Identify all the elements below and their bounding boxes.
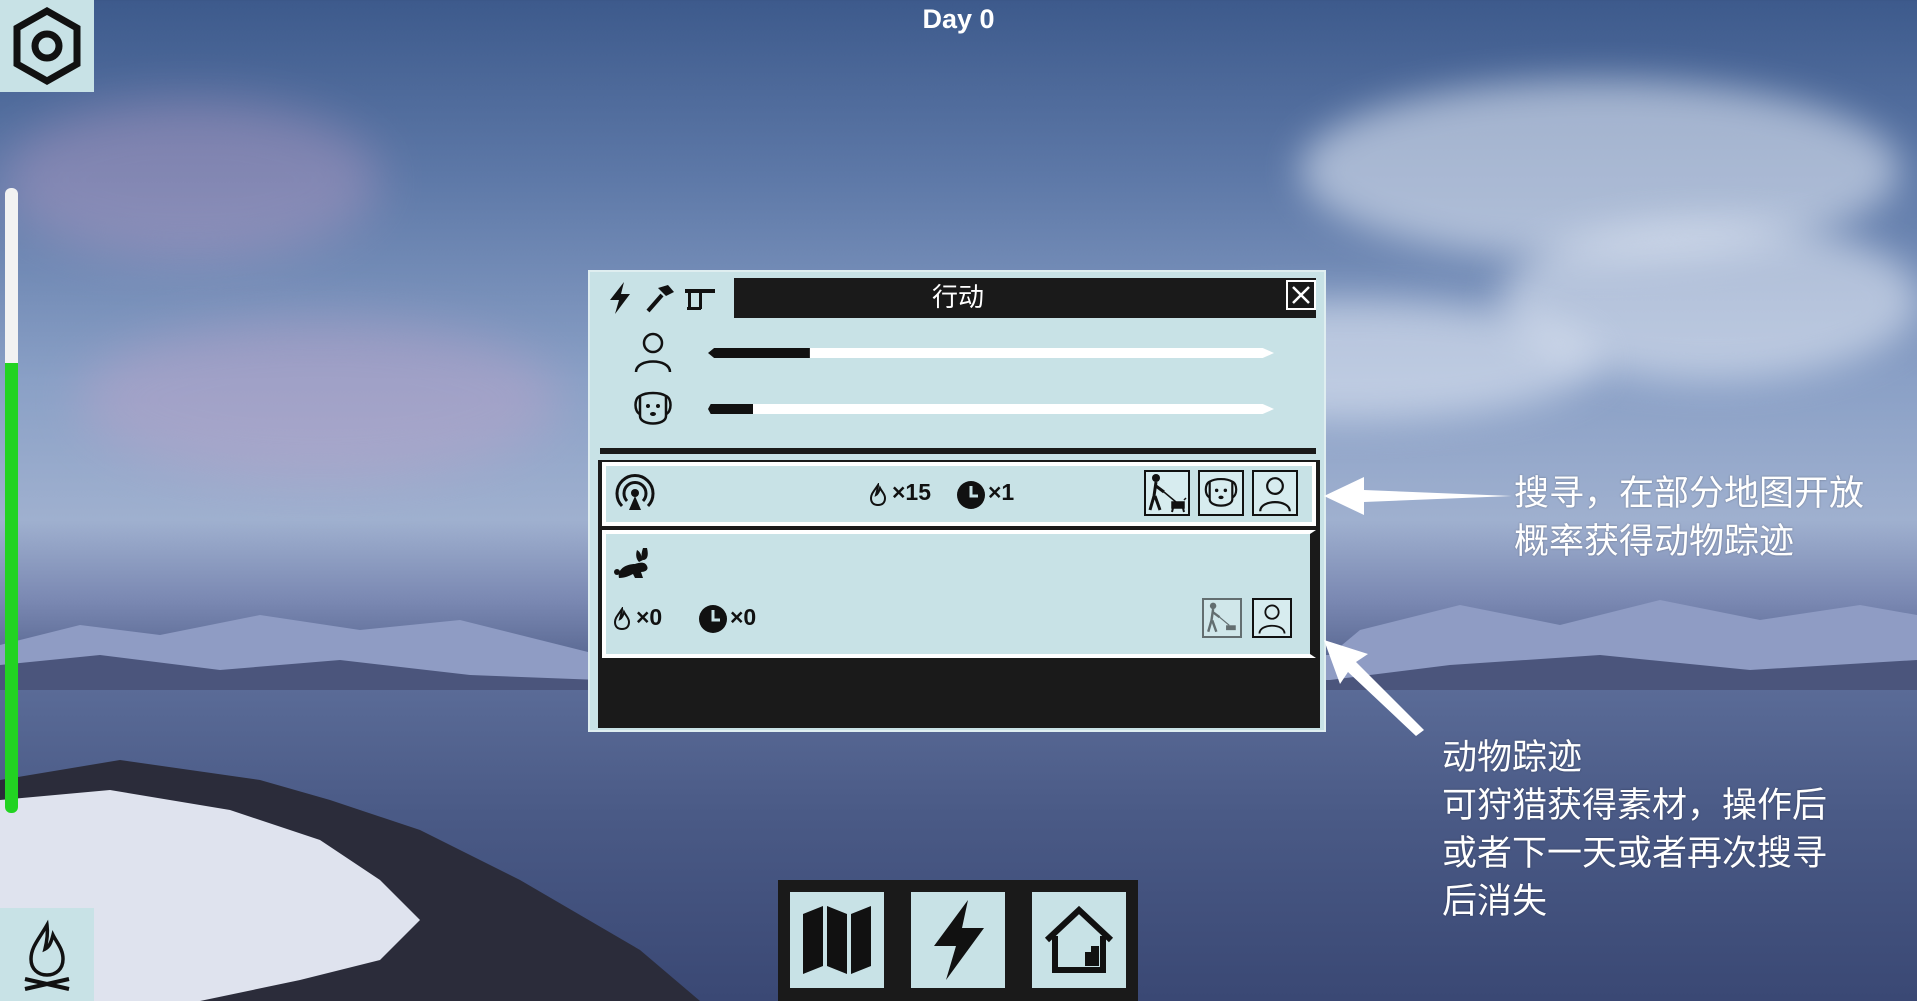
track-annotation-line: 或者下一天或者再次搜寻	[1442, 834, 1828, 874]
track-annotation: 动物踪迹 可狩猎获得素材，操作后 或者下一天或者再次搜寻 后消失	[1442, 734, 1827, 926]
track-annotation-line: 动物踪迹	[1442, 738, 1583, 778]
search-annotation-line: 搜寻，在部分地图开放	[1514, 474, 1865, 514]
track-annotation-line: 后消失	[1442, 882, 1548, 922]
search-annotation: 搜寻，在部分地图开放 概率获得动物踪迹	[1514, 470, 1864, 566]
track-annotation-line: 可狩猎获得素材，操作后	[1442, 786, 1828, 826]
search-annotation-line: 概率获得动物踪迹	[1514, 522, 1795, 562]
